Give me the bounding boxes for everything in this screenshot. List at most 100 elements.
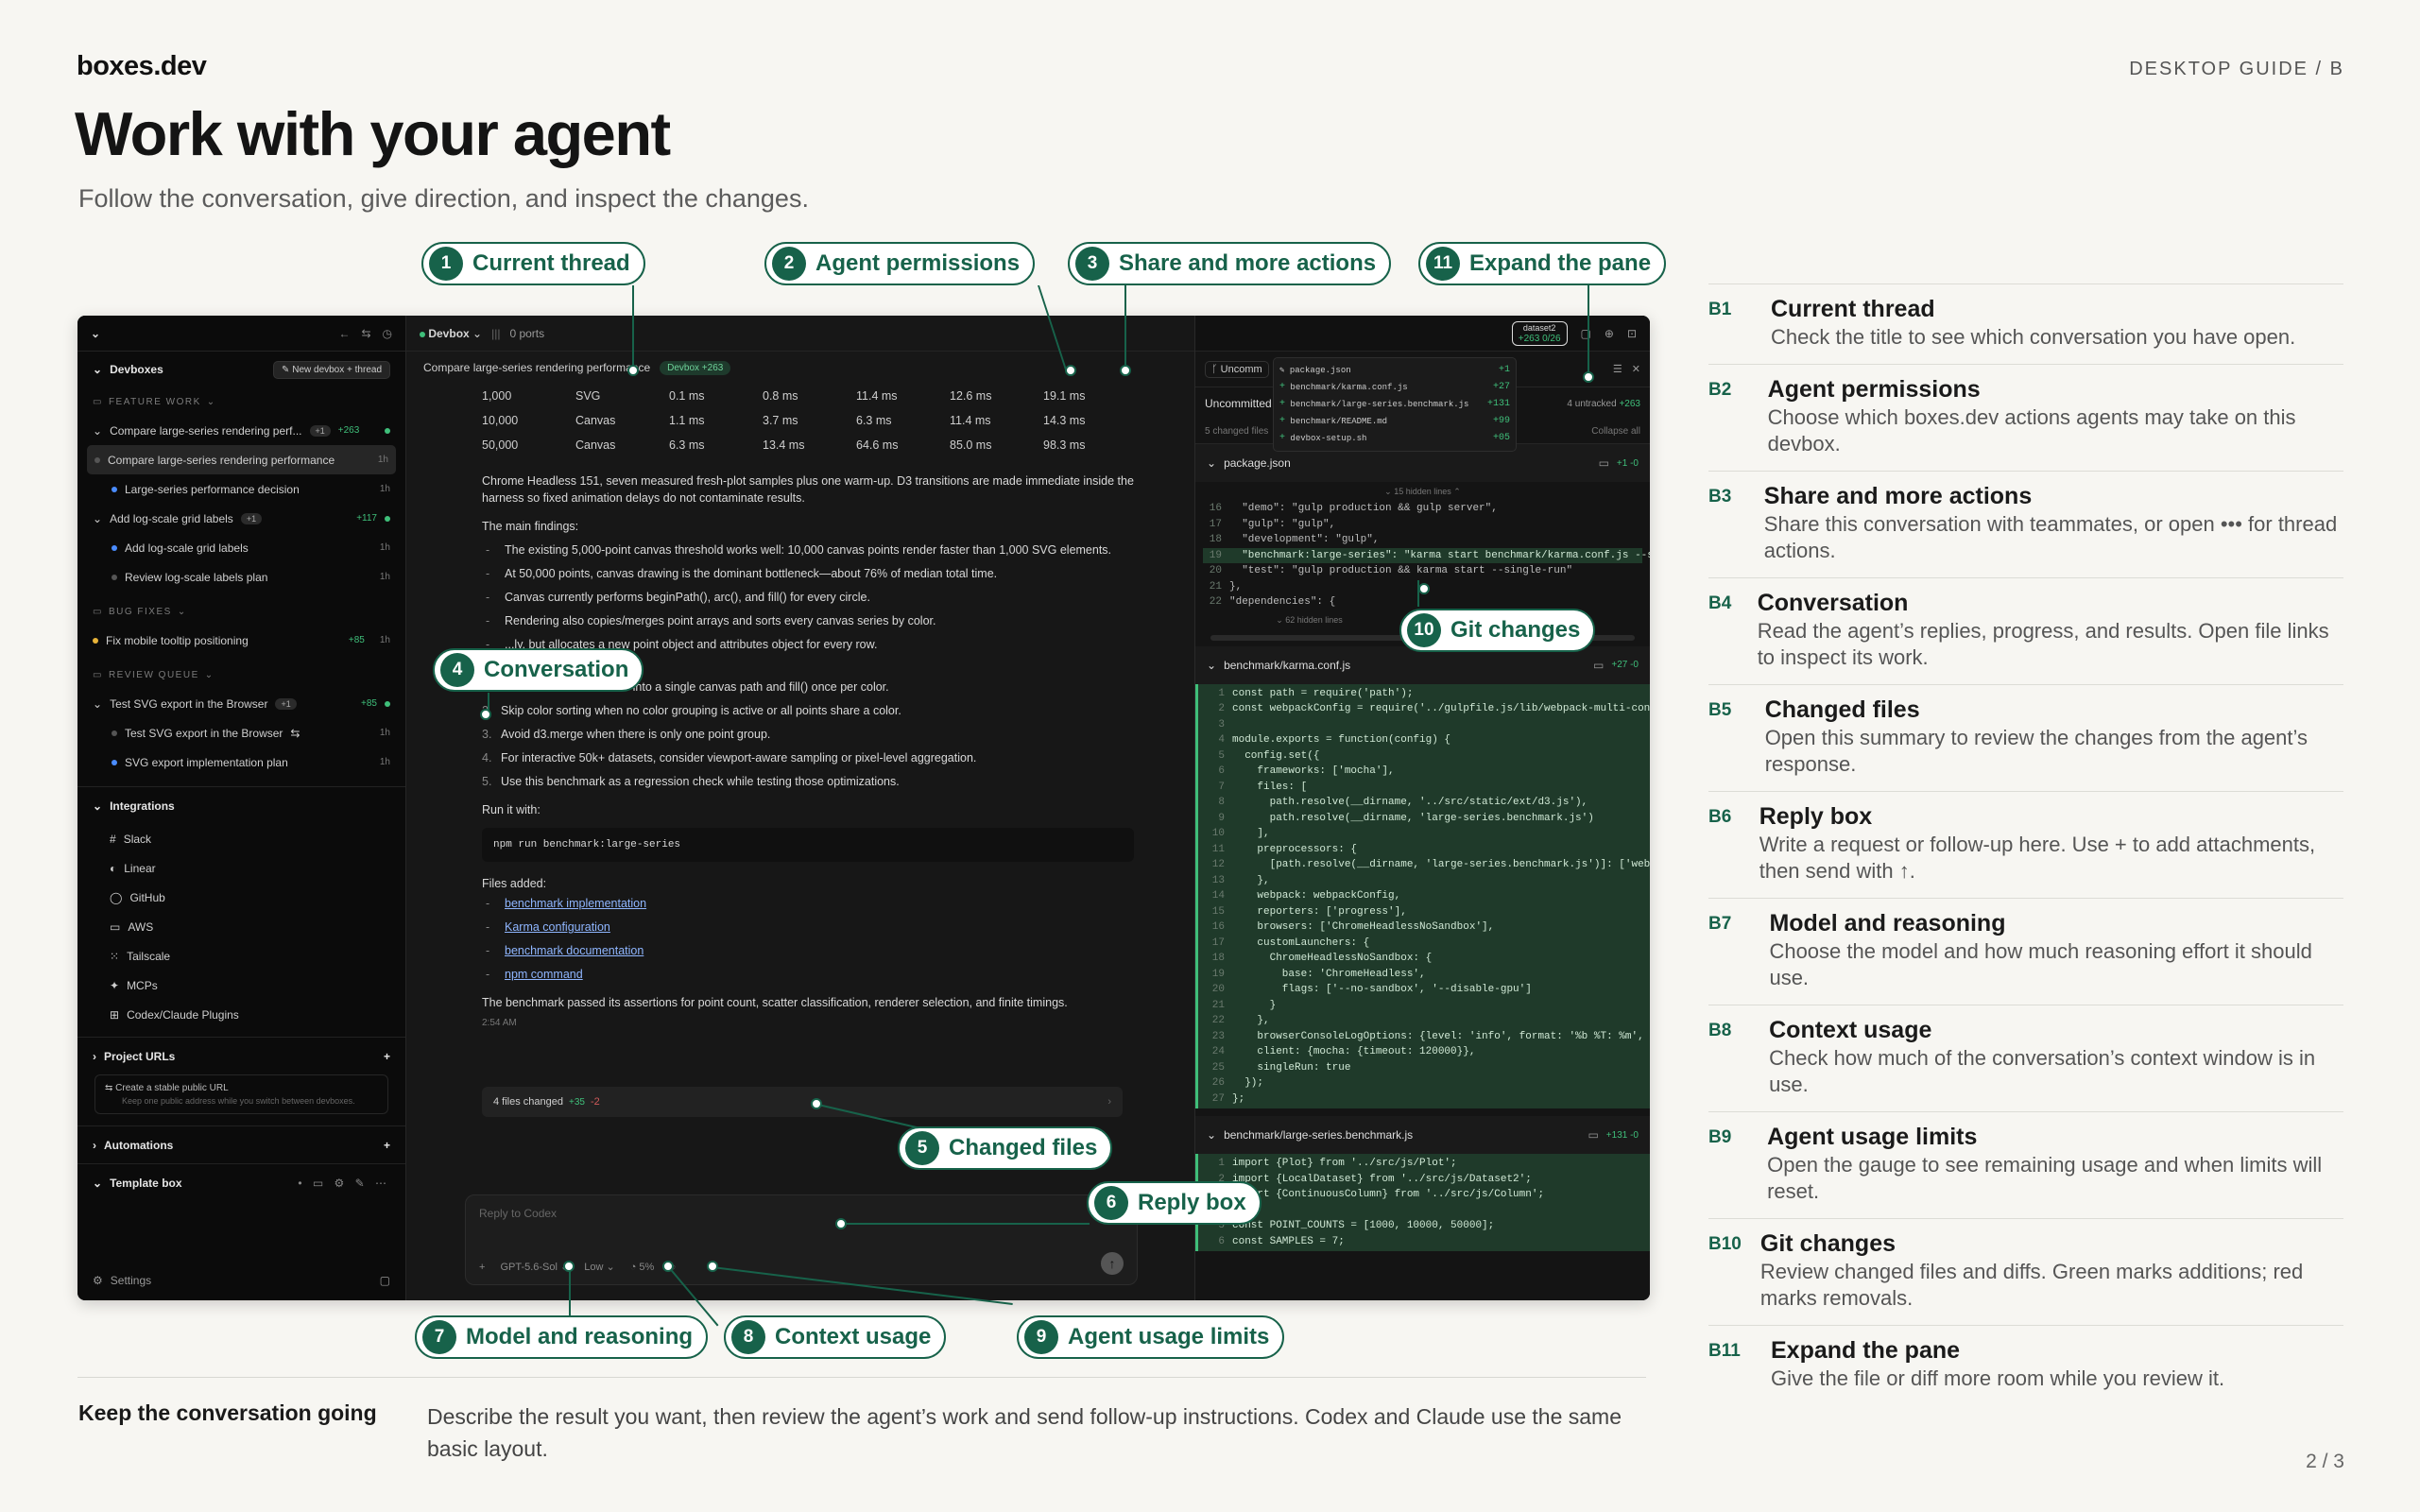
diff-line: 1 const path = require('path'); (1218, 687, 1414, 699)
legend-item: B5 Changed files Open this summary to revi… (1708, 684, 2343, 791)
thread-item[interactable]: Large-series performance decision 1h (77, 474, 405, 504)
back-icon[interactable]: ← (338, 327, 350, 340)
dataset-badge[interactable]: dataset2 +263 0/26 (1511, 320, 1568, 346)
reply-input[interactable]: Reply to Codex (466, 1195, 1137, 1231)
changed-files-summary[interactable]: 4 files changed +35 -2 › (482, 1087, 1123, 1117)
new-devbox-button[interactable]: ✎ New devbox + thread (273, 360, 390, 379)
legend-title: Reply box (1759, 803, 1873, 830)
file-icon[interactable]: ▭ (1599, 456, 1609, 470)
list-view-icon[interactable]: ☰ (1613, 363, 1622, 375)
thread-item-selected[interactable]: Compare large-series rendering performan… (87, 445, 396, 474)
diff-line: 18 "development": "gulp", (1209, 534, 1380, 545)
workspace-switcher[interactable]: ⌄ (91, 327, 100, 340)
diff-line: 7 files: [ (1218, 781, 1308, 793)
integration-linear[interactable]: ◐ Linear (77, 853, 405, 883)
legend-item: B6 Reply box Write a request or follow-up … (1708, 791, 2343, 898)
integration-plugins[interactable]: ⊞ Codex/Claude Plugins (77, 1000, 405, 1029)
diff-line: 23 browserConsoleLogOptions: {level: 'in… (1211, 1030, 1650, 1042)
brand-logo: boxes.dev (77, 51, 207, 81)
devboxes-section[interactable]: ⌄ Devboxes ✎ New devbox + thread (77, 352, 405, 387)
thread-item[interactable]: Review log-scale labels plan 1h (77, 562, 405, 592)
history-icon[interactable]: ◷ (383, 327, 392, 340)
project-urls-section[interactable]: › Project URLs + (77, 1037, 405, 1074)
callout-agent-permissions: 2 Agent permissions (764, 242, 1036, 285)
thread-group[interactable]: ⌄ Compare large-series rendering perf... +… (77, 416, 405, 445)
group-bug-fixes[interactable]: ▭ BUG FIXES ⌄ (77, 597, 405, 626)
integration-tailscale[interactable]: ⁙ Tailscale (77, 941, 405, 971)
template-box-section[interactable]: ⌄ Template box • ▭ ⚙ ✎ ⋯ (77, 1163, 405, 1201)
hidden-lines-toggle[interactable]: ⌄ 15 hidden lines ⌃ (1195, 482, 1650, 501)
file-link[interactable]: benchmark implementation (505, 897, 646, 910)
changed-files-dropdown[interactable]: ✎ package.json +1 + benchmark/karma.conf.… (1273, 357, 1517, 452)
ports-selector[interactable]: 0 ports (509, 327, 544, 340)
thread-item[interactable]: Test SVG export in the Browser ⇆ 1h (77, 718, 405, 747)
reply-box[interactable]: Reply to Codex + GPT-5.6-Sol ⌄ Low ⌄ ◔ 5… (465, 1194, 1138, 1285)
close-icon[interactable]: ✕ (1632, 363, 1640, 375)
file-icon[interactable]: ▭ (1588, 1128, 1598, 1142)
legend-desc: Choose which boxes.dev actions agents ma… (1767, 405, 2296, 455)
page-subtitle: Follow the conversation, give direction,… (78, 184, 809, 213)
add-attachment-icon[interactable]: + (479, 1262, 485, 1273)
file-link[interactable]: Karma configuration (505, 920, 610, 934)
collapse-all-button[interactable]: Collapse all (1591, 426, 1640, 437)
create-url-card[interactable]: ⇆ Create a stable public URL Keep one pu… (94, 1074, 388, 1114)
legend-title: Share and more actions (1763, 483, 2033, 509)
thread-item[interactable]: SVG export implementation plan 1h (77, 747, 405, 777)
context-usage[interactable]: ◔ 5% (630, 1262, 655, 1273)
diff-line: 16 browsers: ['ChromeHeadlessNoSandbox']… (1211, 921, 1495, 933)
integration-github[interactable]: ◯ GitHub (77, 883, 405, 912)
group-feature-work[interactable]: ▭ FEATURE WORK ⌄ (77, 387, 405, 416)
globe-icon[interactable]: ⊕ (1605, 327, 1614, 340)
callout-changed-files: 5 Changed files (898, 1126, 1113, 1170)
file-icon[interactable]: ▭ (1593, 659, 1604, 672)
legend-key: B9 (1708, 1127, 1732, 1147)
cloud-icon: ▭ (110, 919, 121, 934)
add-icon[interactable]: + (384, 1050, 390, 1063)
legend-item: B9 Agent usage limits Open the gauge to se… (1708, 1111, 2343, 1218)
page-title: Work with your agent (75, 99, 671, 168)
branch-selector[interactable]: ᚴ Uncomm (1205, 360, 1269, 378)
legend-list: B1 Current thread Check the title to see w… (1708, 284, 2343, 1405)
thread-group[interactable]: ⌄ Add log-scale grid labels +1 +117 (77, 504, 405, 533)
legend-key: B10 (1708, 1234, 1742, 1254)
footer-text: Describe the result you want, then revie… (427, 1404, 1622, 1461)
callout-expand-pane: 11 Expand the pane (1418, 242, 1667, 285)
thread-item[interactable]: Add log-scale grid labels 1h (77, 533, 405, 562)
automations-section[interactable]: › Automations + (77, 1125, 405, 1163)
legend-item: B1 Current thread Check the title to see w… (1708, 284, 2343, 364)
legend-key: B8 (1708, 1021, 1732, 1040)
send-button[interactable]: ↑ (1101, 1252, 1124, 1275)
footer-heading: Keep the conversation going (78, 1400, 377, 1425)
pencil-icon: ✎ (1279, 366, 1285, 375)
integration-mcps[interactable]: ✦ MCPs (77, 971, 405, 1000)
reasoning-selector[interactable]: Low ⌄ (584, 1261, 614, 1273)
expand-pane-icon[interactable]: ⊡ (1627, 327, 1637, 340)
template-actions-icon[interactable]: • ▭ ⚙ ✎ ⋯ (298, 1177, 390, 1190)
add-icon[interactable]: + (384, 1139, 390, 1152)
github-icon: ◯ (110, 890, 123, 904)
devbox-selector[interactable]: Devbox ⌄ (420, 327, 482, 340)
thread-group[interactable]: ⌄ Test SVG export in the Browser +1 +85 (77, 689, 405, 718)
legend-title: Agent permissions (1767, 376, 1981, 403)
integrations-section[interactable]: ⌄ Integrations (77, 786, 405, 824)
legend-title: Expand the pane (1771, 1337, 1961, 1364)
group-review-queue[interactable]: ▭ REVIEW QUEUE ⌄ (77, 661, 405, 689)
chat-icon[interactable]: ▢ (380, 1274, 390, 1287)
command-block[interactable]: npm run benchmark:large-series (482, 828, 1134, 862)
file-link[interactable]: npm command (505, 968, 583, 981)
settings-button[interactable]: ⚙ Settings ▢ (77, 1265, 405, 1295)
diff-line: 3 (1218, 718, 1225, 730)
model-selector[interactable]: GPT-5.6-Sol ⌄ (500, 1261, 569, 1273)
legend-desc: Read the agent’s replies, progress, and … (1757, 619, 2329, 669)
integration-slack[interactable]: # Slack (77, 824, 405, 853)
file-link[interactable]: benchmark documentation (505, 944, 644, 957)
thread-item[interactable]: Fix mobile tooltip positioning +85 1h (77, 626, 405, 655)
page-number: 2 / 3 (2306, 1451, 2344, 1472)
file-icon[interactable]: ▢ (1581, 327, 1591, 340)
legend-desc: Check how much of the conversation’s con… (1769, 1046, 2316, 1096)
tailscale-icon: ⁙ (110, 949, 120, 963)
callout-model-reasoning: 7 Model and reasoning (415, 1315, 709, 1359)
link-icon[interactable]: ⇆ (361, 327, 370, 340)
diff-file-header[interactable]: ⌄ benchmark/large-series.benchmark.js ▭ +13… (1195, 1116, 1650, 1154)
integration-aws[interactable]: ▭ AWS (77, 912, 405, 941)
